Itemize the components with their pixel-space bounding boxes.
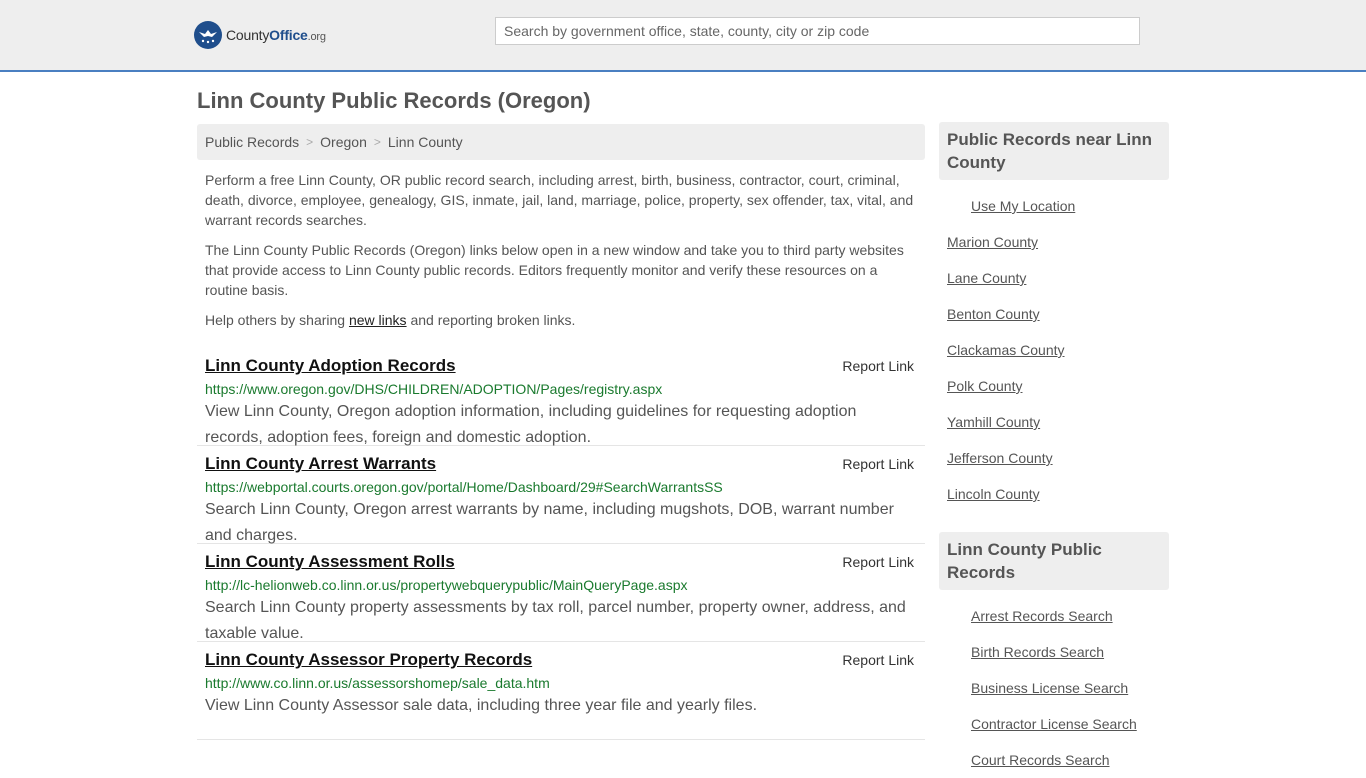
nearby-county-link[interactable]: Clackamas County xyxy=(947,342,1065,358)
list-item: Marion County xyxy=(939,224,1169,260)
nearby-county-link[interactable]: Lincoln County xyxy=(947,486,1040,502)
list-item: Polk County xyxy=(939,368,1169,404)
help-paragraph: Help others by sharing new links and rep… xyxy=(205,312,576,328)
nearby-county-link[interactable]: Yamhill County xyxy=(947,414,1040,430)
nearby-county-link[interactable]: Polk County xyxy=(947,378,1022,394)
list-item: Benton County xyxy=(939,296,1169,332)
nearby-county-link[interactable]: Lane County xyxy=(947,270,1026,286)
records-search-link[interactable]: Business License Search xyxy=(971,680,1128,696)
site-logo[interactable]: CountyOffice.org xyxy=(194,20,326,50)
record-url: http://lc-helionweb.co.linn.or.us/proper… xyxy=(205,577,688,593)
record-title-link[interactable]: Linn County Assessor Property Records xyxy=(205,650,532,670)
record-title-link[interactable]: Linn County Adoption Records xyxy=(205,356,456,376)
new-links-link[interactable]: new links xyxy=(349,312,407,328)
list-item: Jefferson County xyxy=(939,440,1169,476)
records-list: Linn County Adoption Records Report Link… xyxy=(197,348,925,740)
report-link-button[interactable]: Report Link xyxy=(842,652,914,668)
list-item: Court Records Search xyxy=(939,742,1169,778)
record-url: http://www.co.linn.or.us/assessorshomep/… xyxy=(205,675,550,691)
list-item: Clackamas County xyxy=(939,332,1169,368)
logo-text: CountyOffice.org xyxy=(226,27,326,43)
report-link-button[interactable]: Report Link xyxy=(842,554,914,570)
record-description: Search Linn County property assessments … xyxy=(205,599,906,642)
record-description: View Linn County, Oregon adoption inform… xyxy=(205,403,857,446)
records-search-link[interactable]: Court Records Search xyxy=(971,752,1110,768)
record-title-link[interactable]: Linn County Arrest Warrants xyxy=(205,454,436,474)
record-title-link[interactable]: Linn County Assessment Rolls xyxy=(205,552,455,572)
list-item: Lane County xyxy=(939,260,1169,296)
report-link-button[interactable]: Report Link xyxy=(842,456,914,472)
record-description: Search Linn County, Oregon arrest warran… xyxy=(205,501,894,544)
records-search-link[interactable]: Birth Records Search xyxy=(971,644,1104,660)
breadcrumb: Public Records > Oregon > Linn County xyxy=(197,124,925,160)
list-item: Yamhill County xyxy=(939,404,1169,440)
list-item: Use My Location xyxy=(939,188,1169,224)
list-item: Contractor License Search xyxy=(939,706,1169,742)
county-records-heading: Linn County Public Records xyxy=(939,532,1169,590)
breadcrumb-public-records[interactable]: Public Records xyxy=(205,134,299,150)
record-description: View Linn County Assessor sale data, inc… xyxy=(205,697,758,714)
intro-text: Perform a free Linn County, OR public re… xyxy=(197,170,925,330)
list-item: Birth Records Search xyxy=(939,634,1169,670)
record-item: Linn County Arrest Warrants Report Link … xyxy=(197,446,925,544)
page-title: Linn County Public Records (Oregon) xyxy=(197,88,591,113)
nearby-county-link[interactable]: Benton County xyxy=(947,306,1040,322)
county-records-list: Arrest Records Search Birth Records Sear… xyxy=(939,598,1169,778)
chevron-right-icon: > xyxy=(373,135,381,149)
nearby-records-heading: Public Records near Linn County xyxy=(939,122,1169,180)
list-item: Arrest Records Search xyxy=(939,598,1169,634)
list-item: Business License Search xyxy=(939,670,1169,706)
list-item: Lincoln County xyxy=(939,476,1169,512)
intro-paragraph: Perform a free Linn County, OR public re… xyxy=(205,172,914,228)
nearby-counties-list: Use My Location Marion County Lane Count… xyxy=(939,188,1169,512)
nearby-county-link[interactable]: Marion County xyxy=(947,234,1038,250)
eagle-seal-icon xyxy=(194,21,222,49)
record-item: Linn County Assessor Property Records Re… xyxy=(197,642,925,740)
nearby-county-link[interactable]: Jefferson County xyxy=(947,450,1053,466)
record-item: Linn County Assessment Rolls Report Link… xyxy=(197,544,925,642)
record-item: Linn County Adoption Records Report Link… xyxy=(197,348,925,446)
breadcrumb-linn-county[interactable]: Linn County xyxy=(388,134,463,150)
breadcrumb-oregon[interactable]: Oregon xyxy=(320,134,367,150)
records-search-link[interactable]: Contractor License Search xyxy=(971,716,1137,732)
use-my-location-link[interactable]: Use My Location xyxy=(971,198,1075,214)
record-url: https://webportal.courts.oregon.gov/port… xyxy=(205,479,723,495)
main-content: Public Records > Oregon > Linn County Pe… xyxy=(197,124,925,740)
report-link-button[interactable]: Report Link xyxy=(842,358,914,374)
record-url: https://www.oregon.gov/DHS/CHILDREN/ADOP… xyxy=(205,381,663,397)
search-input[interactable] xyxy=(495,17,1140,45)
records-search-link[interactable]: Arrest Records Search xyxy=(971,608,1113,624)
chevron-right-icon: > xyxy=(306,135,314,149)
site-header: CountyOffice.org xyxy=(0,0,1366,72)
intro-paragraph: The Linn County Public Records (Oregon) … xyxy=(205,242,904,298)
sidebar: Public Records near Linn County Use My L… xyxy=(939,122,1169,778)
